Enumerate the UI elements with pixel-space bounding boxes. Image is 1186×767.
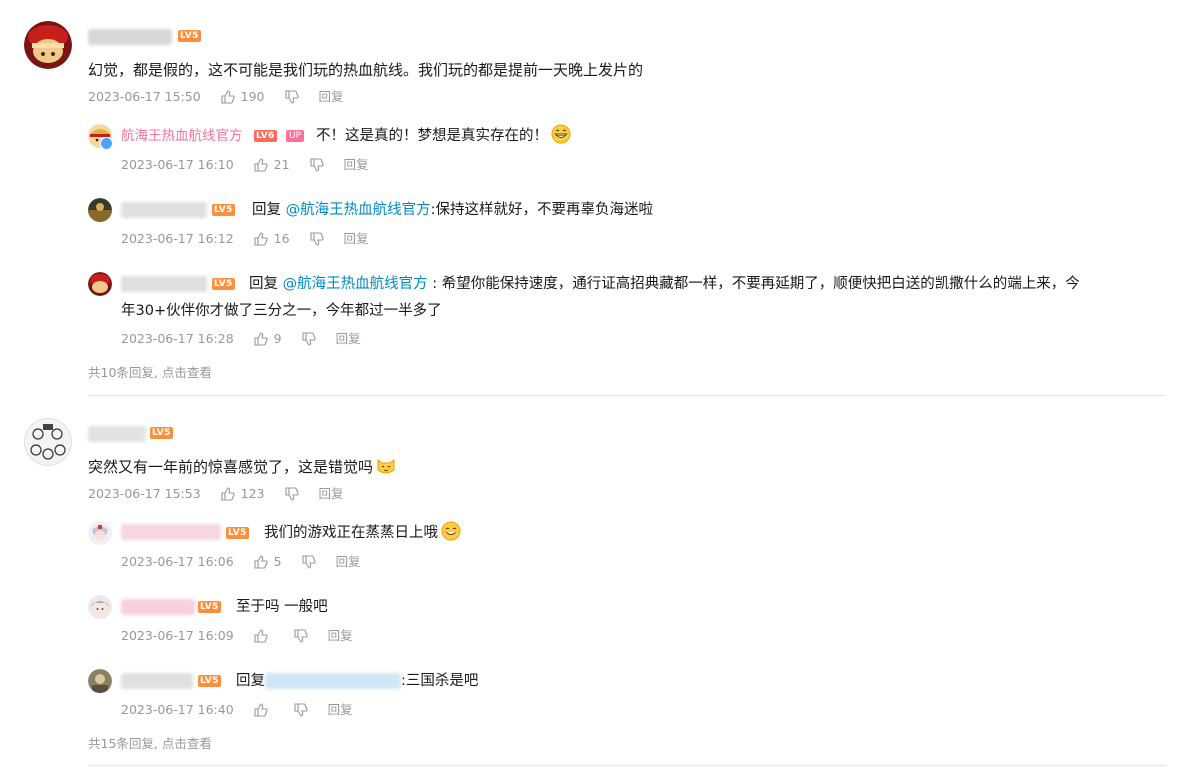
up-badge: UP <box>286 130 305 142</box>
thumbs-down-icon <box>302 555 316 569</box>
level-badge: LV5 <box>178 30 201 42</box>
thumbs-up-icon <box>254 629 268 643</box>
avatar[interactable] <box>88 521 112 545</box>
reply-button[interactable]: 回复 <box>328 702 353 718</box>
thumbs-down-icon <box>294 629 308 643</box>
dislike-button[interactable] <box>309 232 324 246</box>
level-badge: LV5 <box>198 601 221 613</box>
username-redacted[interactable] <box>88 426 146 442</box>
dislike-button[interactable] <box>302 555 316 569</box>
thumbs-up-icon <box>221 487 235 501</box>
comment-time: 2023-06-17 15:50 <box>88 89 201 104</box>
like-count: 190 <box>240 89 265 104</box>
cat-face-icon <box>377 459 395 474</box>
reply-meta: 2023-06-17 16:09 回复 <box>121 628 353 644</box>
reply-text: 我们的游戏正在蒸蒸日上哦 <box>264 521 461 545</box>
reply-text: 回复 @航海王热血航线官方 : 希望你能保持速度，通行证高招典藏都一样，不要再延… <box>249 276 1080 292</box>
reply-button[interactable]: 回复 <box>344 157 369 173</box>
thumbs-up-icon <box>221 90 235 104</box>
dislike-button[interactable] <box>294 629 308 643</box>
reply-button[interactable]: 回复 <box>344 231 369 247</box>
verified-icon <box>100 137 113 150</box>
reply-button[interactable]: 回复 <box>319 89 344 105</box>
smiling-face-icon <box>441 521 461 541</box>
like-button[interactable]: 5 <box>254 554 282 570</box>
level-badge: LV5 <box>226 527 249 539</box>
username-redacted[interactable] <box>121 276 207 292</box>
official-username[interactable]: 航海王热血航线官方 <box>121 126 243 146</box>
divider <box>88 765 1166 766</box>
reply-button[interactable]: 回复 <box>336 554 361 570</box>
level-badge: LV6 <box>254 130 277 142</box>
username-redacted[interactable] <box>121 673 193 689</box>
level-badge: LV5 <box>198 675 221 687</box>
like-button[interactable] <box>254 629 274 643</box>
username-redacted[interactable] <box>88 29 172 45</box>
reply-text: 回复 @航海王热血航线官方:保持这样就好，不要再辜负海迷啦 <box>252 202 653 218</box>
reply-text: 回复:三国杀是吧 <box>236 673 479 689</box>
thumbs-up-icon <box>254 232 268 246</box>
like-button[interactable] <box>254 703 274 717</box>
avatar[interactable] <box>24 21 72 69</box>
mention-redacted[interactable] <box>265 673 401 689</box>
reply-meta: 2023-06-17 16:10 21 回复 <box>121 157 369 173</box>
level-badge: LV5 <box>212 204 235 216</box>
avatar[interactable] <box>88 669 112 693</box>
comment-meta: 2023-06-17 15:50 190 回复 <box>88 89 344 105</box>
reply-meta: 2023-06-17 16:06 5 回复 <box>121 554 361 570</box>
mention-link[interactable]: @航海王热血航线官方 <box>286 202 431 218</box>
view-more-replies[interactable]: 共10条回复, 点击查看 <box>88 362 212 381</box>
thumbs-down-icon <box>302 332 316 346</box>
like-button[interactable]: 21 <box>254 157 290 173</box>
comment-text: 突然又有一年前的惊喜感觉了，这是错觉吗 <box>88 456 396 477</box>
reply-text: 至于吗 一般吧 <box>236 599 328 615</box>
avatar[interactable] <box>88 272 112 296</box>
reply-meta: 2023-06-17 16:28 9 回复 <box>121 331 361 347</box>
like-button[interactable]: 16 <box>254 231 290 247</box>
dislike-button[interactable] <box>284 90 299 104</box>
dislike-button[interactable] <box>294 703 308 717</box>
reply-text-continued: 年30+伙伴你才做了三分之一，今年都过一半多了 <box>121 303 442 319</box>
like-button[interactable]: 123 <box>221 486 265 502</box>
thumbs-up-icon <box>254 158 268 172</box>
reply-button[interactable]: 回复 <box>328 628 353 644</box>
username-redacted[interactable] <box>121 524 221 540</box>
reply-meta: 2023-06-17 16:40 回复 <box>121 702 353 718</box>
level-badge: LV5 <box>212 278 235 290</box>
thumbs-down-icon <box>309 232 324 246</box>
avatar[interactable] <box>88 198 112 222</box>
view-more-replies[interactable]: 共15条回复, 点击查看 <box>88 733 212 752</box>
reply-text: 不！这是真的！梦想是真实存在的！ <box>316 124 571 148</box>
like-button[interactable]: 190 <box>221 89 265 105</box>
dislike-button[interactable] <box>302 332 316 346</box>
dislike-button[interactable] <box>309 158 324 172</box>
username-redacted[interactable] <box>121 599 195 615</box>
avatar[interactable] <box>88 595 112 619</box>
thumbs-down-icon <box>294 703 308 717</box>
thumbs-down-icon <box>309 158 324 172</box>
thumbs-up-icon <box>254 332 268 346</box>
reply-button[interactable]: 回复 <box>319 486 344 502</box>
avatar[interactable] <box>24 418 72 466</box>
thumbs-up-icon <box>254 703 268 717</box>
divider <box>88 395 1166 396</box>
like-button[interactable]: 9 <box>254 331 282 347</box>
thumbs-up-icon <box>254 555 268 569</box>
reply-button[interactable]: 回复 <box>336 331 361 347</box>
grinning-face-icon <box>551 124 571 144</box>
dislike-button[interactable] <box>284 487 299 501</box>
thumbs-down-icon <box>284 90 299 104</box>
comment-text: 幻觉，都是假的，这不可能是我们玩的热血航线。我们玩的都是提前一天晚上发片的 <box>88 61 644 79</box>
username-redacted[interactable] <box>121 202 207 218</box>
thumbs-down-icon <box>284 487 299 501</box>
reply-meta: 2023-06-17 16:12 16 回复 <box>121 231 369 247</box>
comment-meta: 2023-06-17 15:53 123 回复 <box>88 486 344 502</box>
level-badge: LV5 <box>150 427 173 439</box>
mention-link[interactable]: @航海王热血航线官方 <box>283 276 428 292</box>
